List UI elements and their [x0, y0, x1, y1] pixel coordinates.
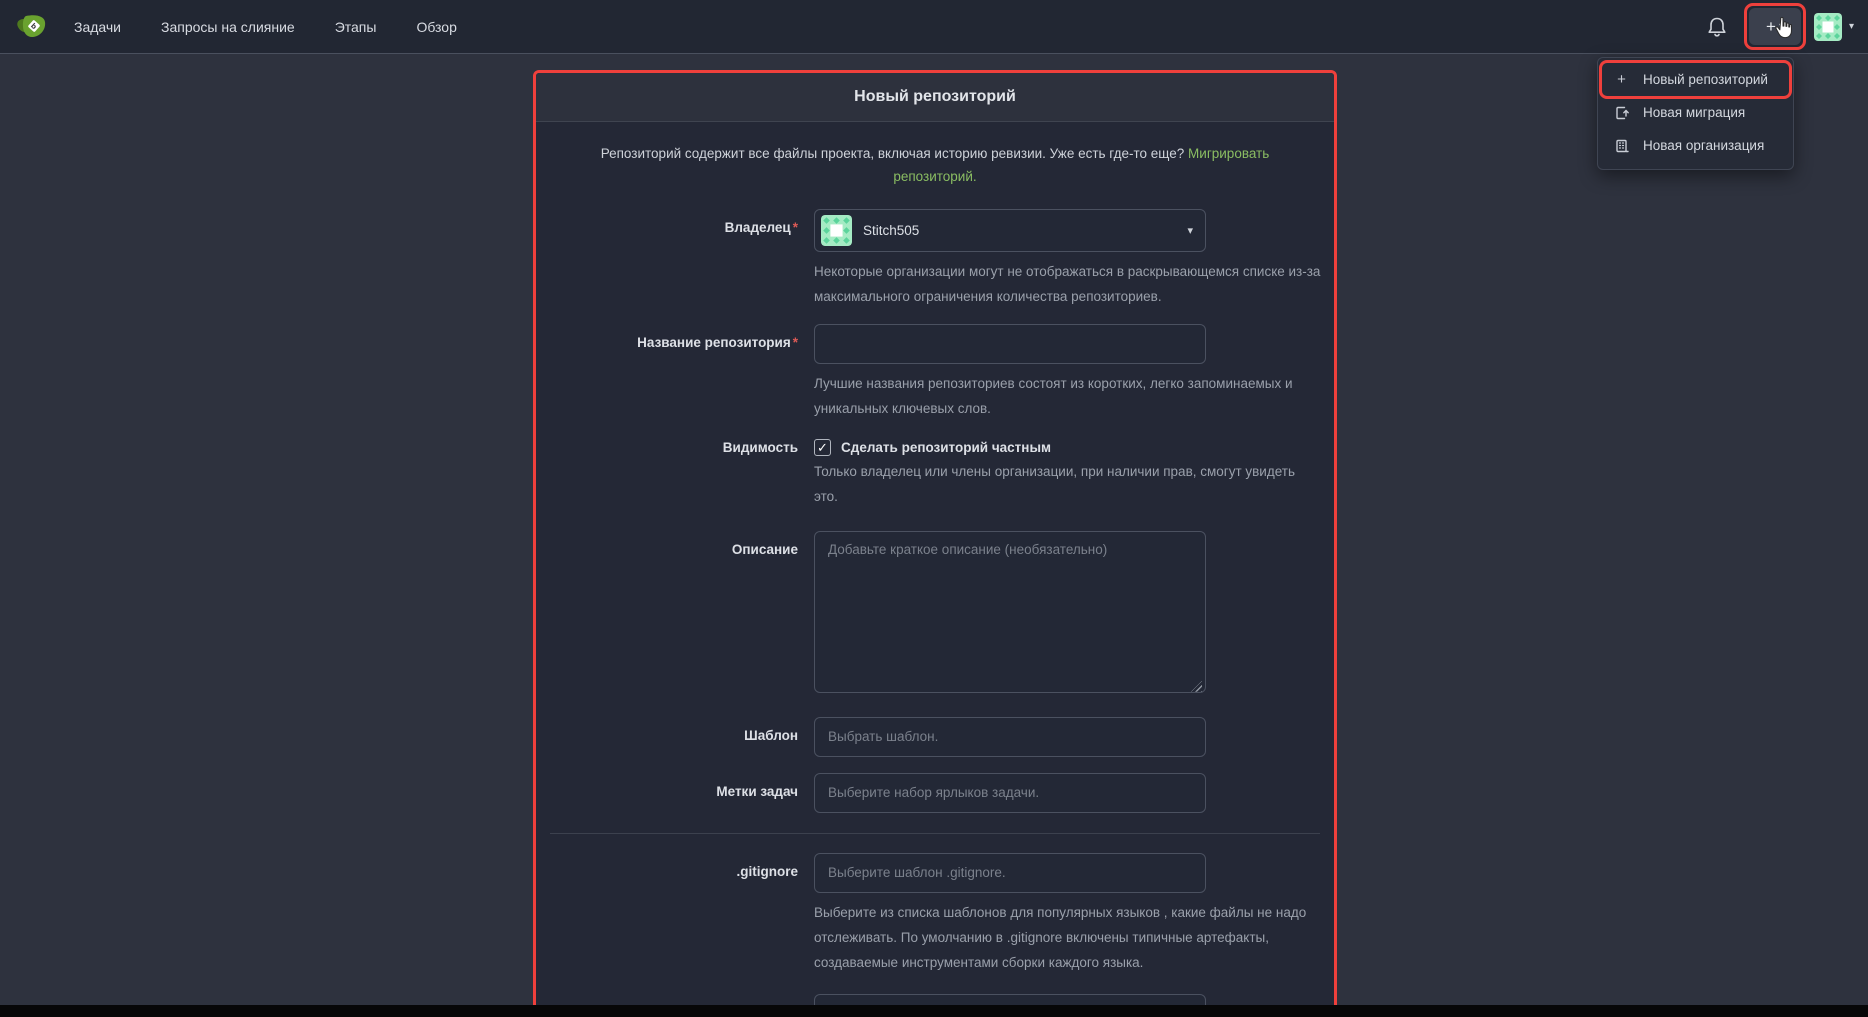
nav-link-milestones[interactable]: Этапы [335, 19, 377, 35]
create-new-button[interactable]: +▾ [1749, 8, 1801, 45]
gitignore-label: .gitignore [548, 853, 814, 976]
create-button-highlight: +▾ [1744, 3, 1806, 50]
nav-link-pull-requests[interactable]: Запросы на слияние [161, 19, 295, 35]
menu-item-new-organization[interactable]: Новая организация [1598, 129, 1793, 162]
menu-item-label: Новая миграция [1643, 105, 1745, 120]
section-divider [550, 833, 1320, 834]
bottom-strip [0, 1005, 1868, 1017]
private-checkbox[interactable]: ✓ [814, 439, 831, 456]
create-menu: + Новый репозиторий Новая миграция Новая… [1597, 57, 1794, 170]
form-intro: Репозиторий содержит все файлы проекта, … [599, 143, 1271, 189]
issue-labels-input[interactable] [814, 773, 1206, 813]
navbar-right: +▾ ▾ [1706, 3, 1868, 50]
gitea-logo[interactable]: b [14, 10, 48, 44]
plus-icon: + [1766, 17, 1776, 37]
chevron-down-icon: ▾ [1849, 21, 1854, 32]
repo-name-label-text: Название репозитория [637, 335, 791, 350]
template-input[interactable] [814, 717, 1206, 757]
gitea-logo-icon: b [14, 10, 48, 44]
notifications-button[interactable] [1706, 15, 1728, 39]
owner-row: Владелец* Stitch505 ▾ [548, 209, 1322, 310]
bell-icon [1706, 15, 1728, 39]
nav-link-explore[interactable]: Обзор [416, 19, 456, 35]
organization-icon [1613, 138, 1630, 154]
visibility-row: Видимость ✓ Сделать репозиторий частным … [548, 436, 1322, 510]
form-header: Новый репозиторий [536, 73, 1334, 122]
private-checkbox-label[interactable]: Сделать репозиторий частным [841, 440, 1051, 455]
required-asterisk: * [793, 220, 798, 235]
template-label: Шаблон [548, 717, 814, 757]
issue-labels-row: Метки задач [548, 773, 1322, 813]
new-repository-form: Новый репозиторий Репозиторий содержит в… [533, 70, 1337, 1016]
repo-name-input[interactable] [814, 324, 1206, 364]
gitignore-input[interactable] [814, 853, 1206, 893]
template-row: Шаблон [548, 717, 1322, 757]
visibility-label: Видимость [548, 436, 814, 510]
nav-link-issues[interactable]: Задачи [74, 19, 121, 35]
menu-item-label: Новая организация [1643, 138, 1764, 153]
repo-name-help-text: Лучшие названия репозиториев состоят из … [814, 372, 1322, 422]
intro-text: Репозиторий содержит все файлы проекта, … [601, 146, 1185, 161]
owner-value: Stitch505 [863, 223, 919, 238]
user-avatar [1814, 13, 1842, 41]
owner-dropdown[interactable]: Stitch505 ▾ [814, 209, 1206, 252]
description-label: Описание [548, 531, 814, 698]
chevron-down-icon: ▾ [1187, 224, 1193, 237]
required-asterisk: * [793, 335, 798, 350]
description-textarea[interactable] [814, 531, 1206, 693]
owner-label: Владелец* [548, 209, 814, 310]
page-title: Новый репозиторий [854, 88, 1016, 106]
owner-label-text: Владелец [725, 220, 791, 235]
menu-item-label: Новый репозиторий [1643, 72, 1768, 87]
owner-avatar [821, 215, 852, 246]
repo-name-label: Название репозитория* [548, 324, 814, 422]
description-row: Описание [548, 531, 1322, 698]
chevron-down-icon: ▾ [1779, 21, 1784, 32]
repo-name-row: Название репозитория* Лучшие названия ре… [548, 324, 1322, 422]
check-icon: ✓ [817, 441, 828, 454]
form-body: Репозиторий содержит все файлы проекта, … [536, 122, 1334, 1017]
gitignore-help-text: Выберите из списка шаблонов для популярн… [814, 901, 1322, 976]
menu-item-new-repository[interactable]: + Новый репозиторий [1598, 63, 1793, 96]
visibility-help-text: Только владелец или члены организации, п… [814, 460, 1322, 510]
migrate-icon [1613, 105, 1630, 121]
navbar: b Задачи Запросы на слияние Этапы Обзор … [0, 0, 1868, 54]
primary-nav: Задачи Запросы на слияние Этапы Обзор [74, 19, 457, 35]
gitignore-row: .gitignore Выберите из списка шаблонов д… [548, 853, 1322, 976]
owner-help-text: Некоторые организации могут не отображат… [814, 260, 1322, 310]
menu-item-new-migration[interactable]: Новая миграция [1598, 96, 1793, 129]
plus-icon: + [1613, 71, 1630, 88]
issue-labels-label: Метки задач [548, 773, 814, 813]
user-menu-button[interactable]: ▾ [1814, 13, 1854, 41]
